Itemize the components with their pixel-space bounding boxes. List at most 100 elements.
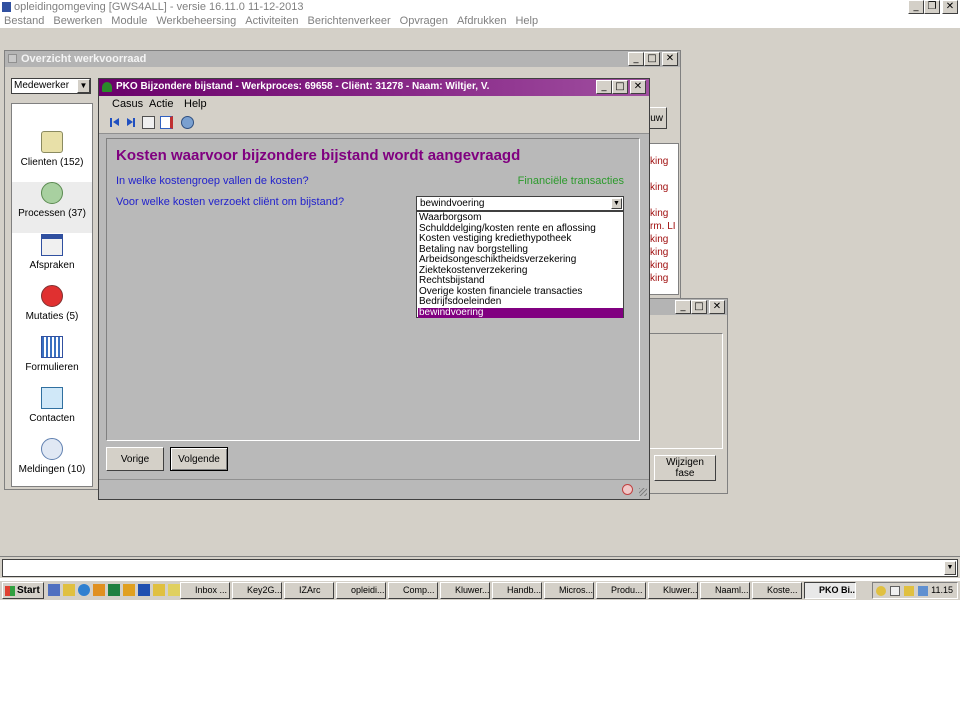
option-item[interactable]: Arbeidsongeschiktheidsverzekering (418, 255, 623, 266)
task-button[interactable]: Naaml... (700, 582, 750, 599)
task-button[interactable]: IZArc (284, 582, 334, 599)
task-button[interactable]: Handb... (492, 582, 542, 599)
excel-icon[interactable] (108, 584, 120, 596)
task-button[interactable]: Kluwer... (440, 582, 490, 599)
sidebar-item-meldingen[interactable]: Meldingen (10) (12, 438, 92, 475)
tray-icon[interactable] (876, 586, 886, 596)
werkvoorraad-title-bar: Overzicht werkvoorraad _ □ ✕ (5, 51, 680, 67)
option-item[interactable]: Waarborgsom (418, 213, 623, 224)
menu-actie[interactable]: Actie (149, 98, 173, 110)
menu-afdrukken[interactable]: Afdrukken (457, 15, 507, 27)
list-item[interactable]: king (650, 234, 668, 245)
app-icon[interactable] (93, 584, 105, 596)
wijzigen-fase-button[interactable]: Wijzigen fase (654, 455, 716, 481)
status-bar (99, 479, 649, 499)
browser-icon[interactable] (78, 584, 90, 596)
clock[interactable]: 11.15 (931, 585, 953, 595)
list-item[interactable]: king (650, 156, 668, 167)
close-icon[interactable]: ✕ (662, 52, 678, 66)
sidebar-item-afspraken[interactable]: Afspraken (12, 234, 92, 271)
task-button[interactable]: Micros... (544, 582, 594, 599)
task-button[interactable]: Kluwer... (648, 582, 698, 599)
sidebar-item-label: Meldingen (10) (18, 464, 86, 475)
desktop-icon[interactable] (48, 584, 60, 596)
option-item[interactable]: Kosten vestiging krediethypotheek (418, 234, 623, 245)
minimize-icon[interactable]: _ (908, 0, 924, 14)
sidebar-item-processen[interactable]: Processen (37) (12, 182, 92, 233)
list-item[interactable]: king (650, 273, 668, 284)
menu-casus[interactable]: Casus (112, 98, 143, 110)
task-button[interactable]: Comp... (388, 582, 438, 599)
previous-button[interactable]: Vorige (106, 447, 164, 471)
menu-berichtenverkeer[interactable]: Berichtenverkeer (307, 15, 390, 27)
pko-dialog: PKO Bijzondere bijstand - Werkproces: 69… (98, 78, 650, 500)
list-item[interactable]: king (650, 260, 668, 271)
option-item-selected[interactable]: bewindvoering (418, 307, 623, 318)
menu-module[interactable]: Module (111, 15, 147, 27)
close-icon[interactable]: ✕ (630, 80, 646, 94)
answer-cost-group: Financiële transacties (517, 175, 624, 187)
app-menu-bar: Bestand Bewerken Module Werkbeheersing A… (0, 14, 960, 28)
menu-bestand[interactable]: Bestand (4, 15, 44, 27)
filter-select[interactable]: Medewerker ▼ (11, 78, 91, 94)
app-title-bar: opleidingomgeving [GWS4ALL] - versie 16.… (0, 0, 960, 14)
chevron-down-icon[interactable]: ▼ (77, 79, 90, 93)
word-icon[interactable] (138, 584, 150, 596)
start-button[interactable]: Start (2, 582, 44, 599)
dialog-toolbar (99, 112, 649, 134)
restore-icon[interactable]: ❐ (924, 0, 940, 14)
next-button[interactable]: Volgende (170, 447, 228, 471)
first-record-icon[interactable] (110, 118, 119, 127)
task-button[interactable]: opleidi... (336, 582, 386, 599)
costs-select[interactable]: bewindvoering ▼ (416, 196, 624, 211)
work-list-header (678, 144, 680, 154)
chevron-down-icon[interactable]: ▼ (611, 198, 622, 209)
menu-werkbeheersing[interactable]: Werkbeheersing (156, 15, 236, 27)
task-button[interactable]: Koste... (752, 582, 802, 599)
menu-help[interactable]: Help (515, 15, 538, 27)
maximize-icon[interactable]: □ (691, 300, 707, 314)
tray-icon[interactable] (918, 586, 928, 596)
menu-activiteiten[interactable]: Activiteiten (245, 15, 298, 27)
menu-help[interactable]: Help (184, 98, 207, 110)
bottom-input[interactable]: ▼ (2, 559, 958, 577)
mail-icon[interactable] (168, 584, 180, 596)
globe-icon[interactable] (181, 116, 194, 129)
maximize-icon[interactable]: □ (612, 80, 628, 94)
notes-icon[interactable] (142, 116, 155, 129)
task-button[interactable]: Produ... (596, 582, 646, 599)
close-icon[interactable]: ✕ (709, 300, 725, 314)
sidebar-item-contacten[interactable]: Contacten (12, 387, 92, 424)
tray-icon[interactable] (904, 586, 914, 596)
task-button-active[interactable]: PKO Bi... (804, 582, 856, 599)
folder-icon[interactable] (63, 584, 75, 596)
edit-icon[interactable] (160, 116, 173, 129)
close-icon[interactable]: ✕ (942, 0, 958, 14)
option-item[interactable]: Rechtsbijstand (418, 276, 623, 287)
sidebar-item-clienten[interactable]: Clienten (152) (12, 131, 92, 168)
list-item[interactable]: rm. LI (650, 221, 676, 232)
last-record-icon[interactable] (126, 118, 135, 127)
sidebar-item-formulieren[interactable]: Formulieren (12, 336, 92, 373)
outlook-icon[interactable] (123, 584, 135, 596)
minimize-icon[interactable]: _ (596, 80, 612, 94)
resize-grip-icon[interactable] (639, 488, 647, 496)
list-item[interactable]: king (650, 247, 668, 258)
app-logo-icon (2, 2, 11, 12)
list-item[interactable]: king (650, 182, 668, 193)
menu-bewerken[interactable]: Bewerken (53, 15, 102, 27)
task-button[interactable]: Inbox ... (180, 582, 230, 599)
minimize-icon[interactable]: _ (628, 52, 644, 66)
tray-icon[interactable] (890, 586, 900, 596)
menu-opvragen[interactable]: Opvragen (400, 15, 448, 27)
task-button[interactable]: Key2G... (232, 582, 282, 599)
sidebar-item-label: Mutaties (5) (25, 311, 79, 322)
chevron-down-icon[interactable]: ▼ (944, 561, 956, 575)
minimize-icon[interactable]: _ (675, 300, 691, 314)
sidebar-item-mutaties[interactable]: Mutaties (5) (12, 285, 92, 322)
option-item[interactable]: Bedrijfsdoeleinden (418, 297, 623, 308)
list-item[interactable]: king (650, 208, 668, 219)
explorer-icon[interactable] (153, 584, 165, 596)
werkvoorraad-title: Overzicht werkvoorraad (21, 53, 147, 65)
maximize-icon[interactable]: □ (644, 52, 660, 66)
